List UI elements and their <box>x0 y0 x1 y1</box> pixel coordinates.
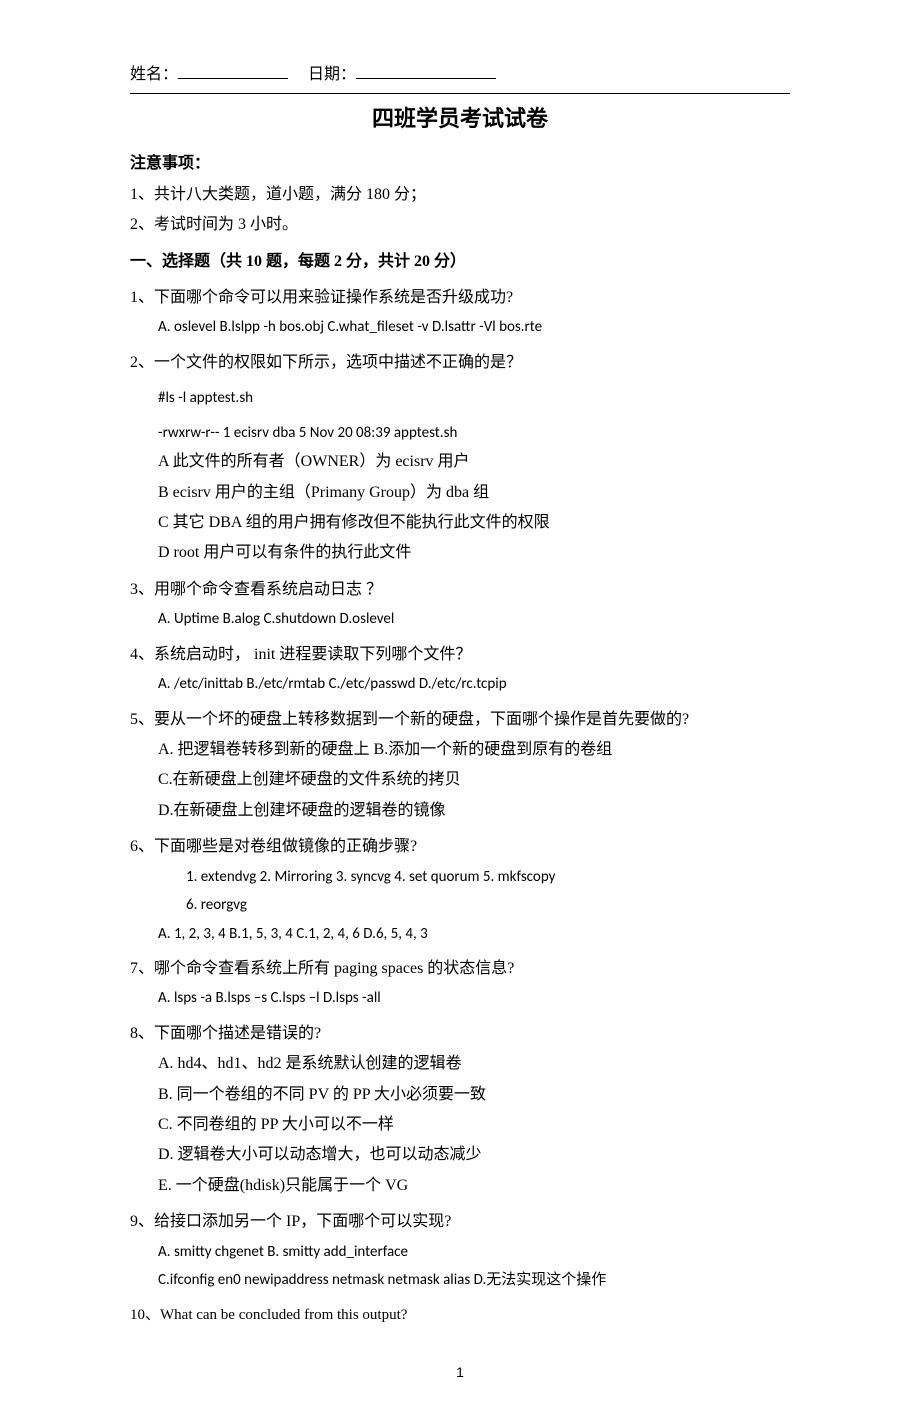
q9-option-ab: A. smitty chgenet B. smitty add_interfac… <box>130 1238 790 1267</box>
q3-options: A. Uptime B.alog C.shutdown D.oslevel <box>130 605 790 634</box>
page-number: 1 <box>130 1359 790 1386</box>
q4-options: A. /etc/inittab B./etc/rmtab C./etc/pass… <box>130 670 790 699</box>
q6-steps-1: 1. extendvg 2. Mirroring 3. syncvg 4. se… <box>130 863 790 892</box>
q8-option-a: A. hd4、hd1、hd2 是系统默认创建的逻辑卷 <box>130 1049 790 1079</box>
page-title: 四班学员考试试卷 <box>130 98 790 140</box>
q5-option-d: D.在新硬盘上创建坏硬盘的逻辑卷的镜像 <box>130 796 790 826</box>
q2-text: 2、一个文件的权限如下所示，选项中描述不正确的是？ <box>130 348 790 378</box>
q2-option-d: D root 用户可以有条件的执行此文件 <box>130 538 790 568</box>
q3-text: 3、用哪个命令查看系统启动日志 ？ <box>130 575 790 605</box>
question-2: 2、一个文件的权限如下所示，选项中描述不正确的是？ #ls -l apptest… <box>130 348 790 569</box>
section-1-heading: 一、选择题（共 10 题，每题 2 分，共计 20 分） <box>130 247 790 277</box>
question-8: 8、下面哪个描述是错误的? A. hd4、hd1、hd2 是系统默认创建的逻辑卷… <box>130 1019 790 1201</box>
q8-option-c: C. 不同卷组的 PP 大小可以不一样 <box>130 1110 790 1140</box>
q2-option-a: A 此文件的所有者（OWNER）为 ecisrv 用户 <box>130 447 790 477</box>
q9-text: 9、给接口添加另一个 IP，下面哪个可以实现? <box>130 1207 790 1237</box>
q5-text: 5、要从一个坏的硬盘上转移数据到一个新的硬盘，下面哪个操作是首先要做的? <box>130 705 790 735</box>
q8-option-d: D. 逻辑卷大小可以动态增大，也可以动态减少 <box>130 1140 790 1170</box>
q2-cmd: #ls -l apptest.sh <box>130 384 790 413</box>
q2-ls-output: -rwxrw-r-- 1 ecisrv dba 5 Nov 20 08:39 a… <box>130 419 790 448</box>
question-4: 4、系统启动时， init 进程要读取下列哪个文件？ A. /etc/initt… <box>130 640 790 699</box>
q6-steps-2: 6. reorgvg <box>130 891 790 920</box>
name-label: 姓名： <box>130 60 178 90</box>
q2-option-b: B ecisrv 用户的主组（Primany Group）为 dba 组 <box>130 478 790 508</box>
q6-options: A. 1, 2, 3, 4 B.1, 5, 3, 4 C.1, 2, 4, 6 … <box>130 920 790 949</box>
question-7: 7、哪个命令查看系统上所有 paging spaces 的状态信息? A. ls… <box>130 954 790 1013</box>
question-1: 1、下面哪个命令可以用来验证操作系统是否升级成功? A. oslevel B.l… <box>130 283 790 342</box>
q5-option-ab: A. 把逻辑卷转移到新的硬盘上 B.添加一个新的硬盘到原有的卷组 <box>130 735 790 765</box>
question-6: 6、下面哪些是对卷组做镜像的正确步骤? 1. extendvg 2. Mirro… <box>130 832 790 948</box>
q8-text: 8、下面哪个描述是错误的? <box>130 1019 790 1049</box>
q6-text: 6、下面哪些是对卷组做镜像的正确步骤? <box>130 832 790 862</box>
notice-item-2: 2、考试时间为 3 小时。 <box>130 210 790 240</box>
notice-item-1: 1、共计八大类题，道小题，满分 180 分； <box>130 180 790 210</box>
q7-text: 7、哪个命令查看系统上所有 paging spaces 的状态信息? <box>130 954 790 984</box>
name-blank <box>178 60 288 79</box>
q7-options: A. lsps -a B.lsps –s C.lsps –l D.lsps -a… <box>130 984 790 1013</box>
q4-text: 4、系统启动时， init 进程要读取下列哪个文件？ <box>130 640 790 670</box>
notice-heading: 注意事项： <box>130 149 790 179</box>
question-9: 9、给接口添加另一个 IP，下面哪个可以实现? A. smitty chgene… <box>130 1207 790 1294</box>
divider-line <box>130 93 790 94</box>
q8-option-e: E. 一个硬盘(hdisk)只能属于一个 VG <box>130 1171 790 1201</box>
date-blank <box>356 60 496 79</box>
question-10: 10、What can be concluded from this outpu… <box>130 1301 790 1330</box>
question-3: 3、用哪个命令查看系统启动日志 ？ A. Uptime B.alog C.shu… <box>130 575 790 634</box>
header-row: 姓名： 日期： <box>130 60 790 91</box>
q8-option-b: B. 同一个卷组的不同 PV 的 PP 大小必须要一致 <box>130 1080 790 1110</box>
date-label: 日期： <box>308 60 356 90</box>
q9-option-cd: C.ifconfig en0 newipaddress netmask netm… <box>130 1266 790 1295</box>
q5-option-c: C.在新硬盘上创建坏硬盘的文件系统的拷贝 <box>130 765 790 795</box>
question-5: 5、要从一个坏的硬盘上转移数据到一个新的硬盘，下面哪个操作是首先要做的? A. … <box>130 705 790 827</box>
q10-text: 10、What can be concluded from this outpu… <box>130 1301 790 1330</box>
q2-option-c: C 其它 DBA 组的用户拥有修改但不能执行此文件的权限 <box>130 508 790 538</box>
q1-options: A. oslevel B.lslpp -h bos.obj C.what_fil… <box>130 313 790 342</box>
q1-text: 1、下面哪个命令可以用来验证操作系统是否升级成功? <box>130 283 790 313</box>
